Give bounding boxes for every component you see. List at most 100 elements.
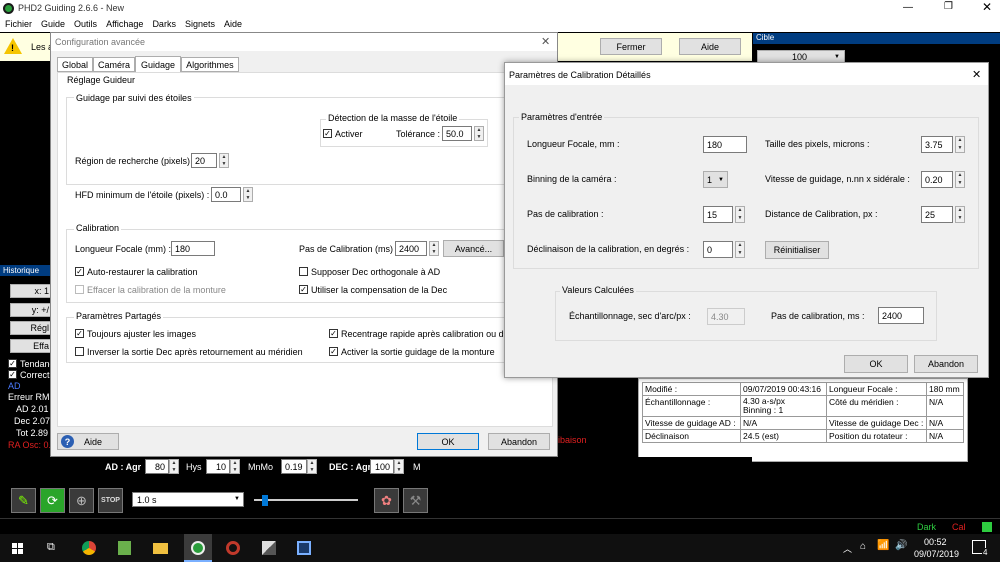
alert-help-button[interactable]: Aide	[679, 38, 741, 55]
tolerance-spinner[interactable]: ▲ ▼	[474, 126, 484, 141]
guide-speed-input[interactable]: 0.20	[921, 171, 953, 188]
menu-signets[interactable]: Signets	[185, 19, 215, 32]
reset-button[interactable]: Réinitialiser	[765, 241, 829, 259]
history-x-button[interactable]: x: 1	[10, 284, 52, 298]
calib-steps-input[interactable]: 15	[703, 206, 733, 223]
adv-ok-button[interactable]: OK	[417, 433, 479, 450]
notepad-icon[interactable]	[118, 541, 131, 555]
loop-icon[interactable]: ⟳	[40, 488, 65, 513]
exposure-select[interactable]: 1.0 s ▼	[132, 492, 244, 507]
close-icon[interactable]: ✕	[972, 68, 981, 81]
menu-affichage[interactable]: Affichage	[106, 19, 143, 32]
hys-input[interactable]: 10	[206, 459, 230, 474]
calib-distance-input[interactable]: 25	[921, 206, 953, 223]
dec-agr-input[interactable]: 100	[370, 459, 394, 474]
table-cell: 09/07/2019 00:43:16	[740, 382, 827, 396]
tab-algorithmes[interactable]: Algorithmes	[181, 57, 239, 72]
taskbar-time[interactable]: 00:52	[924, 537, 947, 547]
crosshair-icon[interactable]: ⊕	[69, 488, 94, 513]
correction-checkbox[interactable]: ✓	[8, 370, 17, 379]
history-settings-button[interactable]: Régl	[10, 321, 52, 335]
history-y-button[interactable]: y: +/	[10, 303, 52, 317]
app-circle-icon[interactable]	[226, 541, 240, 555]
menu-guide[interactable]: Guide	[41, 19, 65, 32]
mnmo-input[interactable]: 0.19	[281, 459, 307, 474]
menu-darks[interactable]: Darks	[152, 19, 176, 32]
enable-output-checkbox[interactable]: ✓	[329, 347, 338, 356]
calib-advanced-button[interactable]: Avancé...	[443, 240, 504, 257]
app-pen-icon[interactable]	[262, 541, 276, 555]
auto-restore-label: Auto-restaurer la calibration	[87, 267, 198, 277]
dec-agr-spinner[interactable]: ▲ ▼	[394, 459, 404, 474]
tab-global[interactable]: Global	[57, 57, 94, 72]
volume-icon[interactable]: 🔊	[895, 540, 907, 551]
tab-guidage[interactable]: Guidage	[135, 56, 182, 72]
close-icon[interactable]: ✕	[982, 0, 992, 14]
trend-label: Tendanc	[20, 359, 55, 369]
brain-icon[interactable]: ✿	[374, 488, 399, 513]
windows-start-icon[interactable]	[12, 543, 23, 554]
gamma-slider[interactable]	[250, 494, 362, 506]
calib-steps-spinner[interactable]: ▲ ▼	[735, 206, 745, 223]
trend-checkbox[interactable]: ✓	[8, 359, 17, 368]
pixel-size-label: Taille des pixels, microns :	[765, 139, 870, 149]
phd2-taskbar-icon[interactable]	[184, 534, 212, 562]
adv-help-button[interactable]: ? Aide	[57, 433, 119, 450]
alert-close-button[interactable]: Fermer	[600, 38, 662, 55]
binning-select[interactable]: 1 ▼	[703, 171, 728, 188]
mnmo-spinner[interactable]: ▲ ▼	[307, 459, 317, 474]
slider-thumb[interactable]	[262, 495, 268, 506]
dec-comp-checkbox[interactable]: ✓	[299, 285, 308, 294]
table-cell: Position du rotateur :	[826, 429, 927, 443]
minimize-icon[interactable]: —	[903, 2, 913, 13]
tolerance-input[interactable]: 50.0	[442, 126, 472, 141]
guide-pencil-icon[interactable]: ✎	[11, 488, 36, 513]
tray-chevron-icon[interactable]: ︿	[843, 542, 852, 555]
calib-ok-button[interactable]: OK	[844, 355, 908, 373]
fast-recenter-checkbox[interactable]: ✓	[329, 329, 338, 338]
calib-decl-input[interactable]: 0	[703, 241, 733, 258]
folder-icon[interactable]	[153, 543, 168, 554]
network-icon[interactable]: ⌂	[860, 541, 866, 552]
computed-step-input[interactable]: 2400	[878, 307, 924, 324]
focal-length-input[interactable]: 180	[171, 241, 215, 256]
ad-agr-spinner[interactable]: ▲ ▼	[169, 459, 179, 474]
calib-focal-input[interactable]: 180	[703, 136, 747, 153]
calib-step-spinner[interactable]: ▲ ▼	[429, 241, 439, 256]
stop-icon[interactable]: STOP	[98, 488, 123, 513]
calib-distance-spinner[interactable]: ▲ ▼	[955, 206, 965, 223]
taskbar-date[interactable]: 09/07/2019	[914, 549, 959, 559]
wrench-icon[interactable]: ⚒	[403, 488, 428, 513]
app-grid-icon[interactable]	[297, 541, 311, 555]
star-mass-enable-checkbox[interactable]: ✓	[323, 129, 332, 138]
tab-camera[interactable]: Caméra	[93, 57, 136, 72]
history-clear-button[interactable]: Effa	[10, 339, 52, 353]
close-icon[interactable]: ✕	[541, 35, 550, 48]
history-label: Historique	[3, 266, 40, 275]
restore-icon[interactable]: ❐	[944, 1, 953, 12]
calib-step-input[interactable]: 2400	[395, 241, 427, 256]
assume-dec-checkbox[interactable]	[299, 267, 308, 276]
menu-outils[interactable]: Outils	[74, 19, 97, 32]
guide-speed-spinner[interactable]: ▲ ▼	[955, 171, 965, 188]
calib-cancel-button[interactable]: Abandon	[914, 355, 978, 373]
hys-spinner[interactable]: ▲ ▼	[230, 459, 240, 474]
auto-restore-checkbox[interactable]: ✓	[75, 267, 84, 276]
search-region-input[interactable]: 20	[191, 153, 217, 168]
always-scale-checkbox[interactable]: ✓	[75, 329, 84, 338]
wifi-icon[interactable]: 📶	[877, 540, 889, 551]
menu-aide[interactable]: Aide	[224, 19, 242, 32]
calib-decl-spinner[interactable]: ▲ ▼	[735, 241, 745, 258]
search-region-spinner[interactable]: ▲ ▼	[219, 153, 229, 168]
reverse-dec-checkbox[interactable]	[75, 347, 84, 356]
adv-cancel-button[interactable]: Abandon	[488, 433, 550, 450]
chrome-icon[interactable]	[82, 541, 96, 555]
pixel-size-spinner[interactable]: ▲ ▼	[955, 136, 965, 153]
hfd-spinner[interactable]: ▲ ▼	[243, 187, 253, 202]
task-view-icon[interactable]: ⧉	[47, 541, 55, 554]
hfd-label: HFD minimum de l'étoile (pixels) :	[75, 190, 210, 200]
ad-agr-input[interactable]: 80	[145, 459, 169, 474]
menu-fichier[interactable]: Fichier	[5, 19, 32, 32]
pixel-size-input[interactable]: 3.75	[921, 136, 953, 153]
hfd-input[interactable]: 0.0	[211, 187, 241, 202]
